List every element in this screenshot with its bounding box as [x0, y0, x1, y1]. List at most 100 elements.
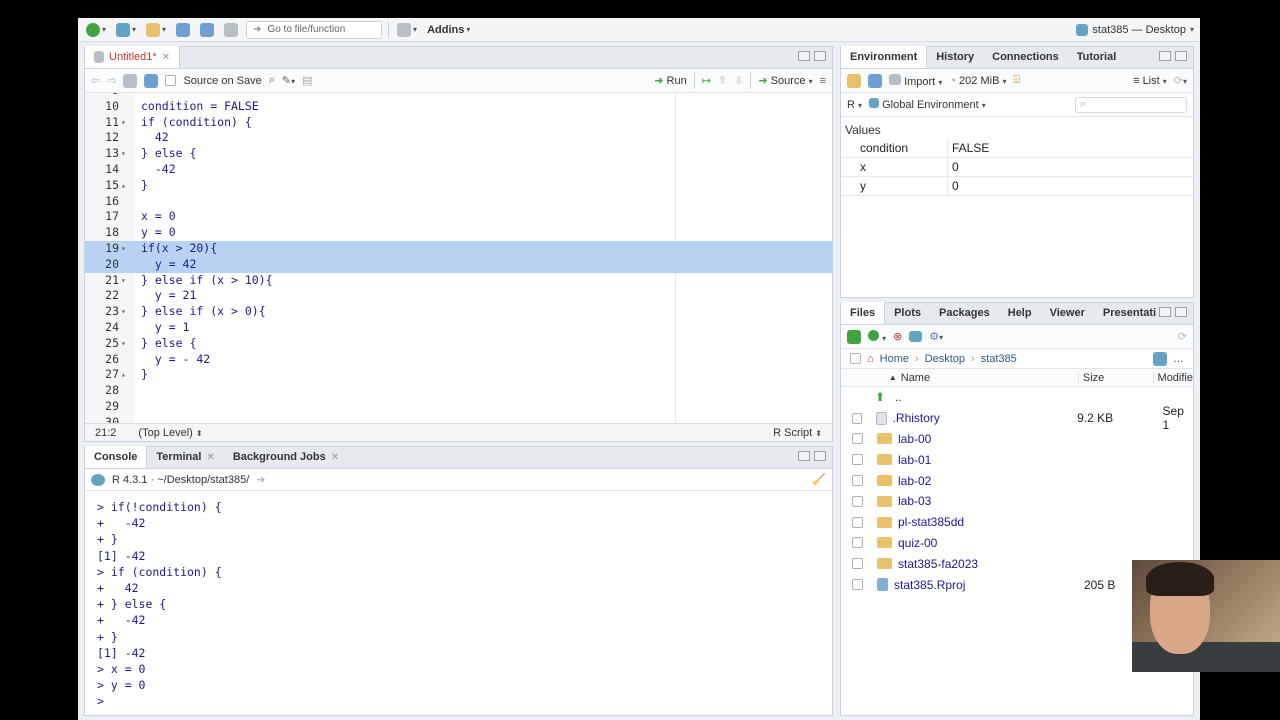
- environment-row[interactable]: condition FALSE: [841, 139, 1193, 158]
- clear-console-icon[interactable]: 🧹: [812, 473, 826, 486]
- new-folder-icon[interactable]: [847, 329, 861, 344]
- environment-search-input[interactable]: ⌕: [1075, 96, 1187, 113]
- show-in-window-icon[interactable]: [123, 73, 138, 88]
- home-icon[interactable]: ⌂: [867, 353, 874, 365]
- code-line[interactable]: 13 ▾} else {: [85, 146, 832, 162]
- file-checkbox[interactable]: [851, 412, 863, 424]
- more-icon[interactable]: …: [1173, 353, 1184, 365]
- minimize-button[interactable]: [1159, 51, 1171, 61]
- file-checkbox[interactable]: [852, 454, 863, 466]
- file-row[interactable]: quiz-00: [841, 533, 1193, 554]
- code-line[interactable]: 22 y = 21: [85, 288, 832, 304]
- load-workspace-icon[interactable]: [847, 73, 861, 88]
- file-row[interactable]: lab-01: [841, 449, 1193, 470]
- code-line[interactable]: 15 ▴}: [85, 178, 832, 194]
- minimize-button[interactable]: [1159, 307, 1171, 317]
- minimize-button[interactable]: [798, 51, 810, 61]
- file-name-link[interactable]: stat385-fa2023: [898, 557, 1088, 571]
- code-editor[interactable]: 910condition = FALSE11▾if (condition) {1…: [85, 93, 832, 425]
- fold-toggle-icon[interactable]: ▾: [121, 304, 126, 320]
- tab-help[interactable]: Help: [999, 302, 1041, 324]
- close-icon[interactable]: ✕: [162, 52, 170, 63]
- file-name-link[interactable]: lab-02: [898, 474, 1088, 488]
- fold-toggle-icon[interactable]: ▾: [121, 115, 126, 131]
- tab-history[interactable]: History: [927, 46, 983, 68]
- code-line[interactable]: 29: [85, 399, 832, 415]
- code-line[interactable]: 28: [85, 383, 832, 399]
- tab-connections[interactable]: Connections: [983, 46, 1068, 68]
- maximize-button[interactable]: [1175, 307, 1187, 317]
- language-selector[interactable]: R ▾: [847, 99, 862, 111]
- close-icon[interactable]: ✕: [206, 452, 214, 463]
- new-file-button[interactable]: ▾: [84, 21, 108, 39]
- magic-wand-icon[interactable]: ✎▾: [282, 74, 295, 87]
- file-checkbox[interactable]: [852, 516, 863, 528]
- maximize-button[interactable]: [814, 451, 826, 461]
- tab-environment[interactable]: Environment: [841, 46, 928, 68]
- search-icon[interactable]: ⌕: [269, 74, 275, 87]
- file-row[interactable]: lab-00: [841, 429, 1193, 450]
- refresh-icon[interactable]: ⟳▾: [1174, 74, 1187, 87]
- fold-toggle-icon[interactable]: ▾: [121, 336, 126, 352]
- environment-row[interactable]: x0: [841, 158, 1193, 177]
- maximize-button[interactable]: [1175, 51, 1187, 61]
- addins-menu[interactable]: Addins ▾: [425, 21, 472, 39]
- code-line[interactable]: 24 y = 1: [85, 320, 832, 336]
- source-button[interactable]: ➜ Source ▾: [758, 74, 812, 87]
- fold-toggle-icon[interactable]: ▾: [121, 146, 126, 162]
- file-name-link[interactable]: stat385.Rproj: [894, 578, 1084, 592]
- code-line[interactable]: 18 y = 0: [85, 225, 832, 241]
- file-checkbox[interactable]: [852, 475, 863, 487]
- parent-directory-row[interactable]: ⬆ ..: [841, 387, 1193, 408]
- tab-presentation[interactable]: Presentati: [1094, 302, 1165, 324]
- select-all-checkbox[interactable]: [850, 353, 861, 364]
- go-down-icon[interactable]: ⇩: [734, 74, 743, 87]
- file-type-selector[interactable]: R Script ⬍: [773, 427, 822, 439]
- back-arrow-icon[interactable]: ⇦: [91, 74, 100, 87]
- file-checkbox[interactable]: [852, 558, 863, 570]
- code-line[interactable]: 16: [85, 194, 832, 210]
- environment-row[interactable]: y0: [841, 177, 1193, 196]
- memory-usage-button[interactable]: ◔ 202 MiB ▾: [949, 75, 1006, 87]
- tab-tutorial[interactable]: Tutorial: [1068, 46, 1126, 68]
- go-to-dir-icon[interactable]: ➜: [256, 473, 265, 486]
- column-modified-header[interactable]: Modifie: [1152, 371, 1193, 384]
- file-row[interactable]: .Rhistory 9.2 KB Sep 1: [841, 404, 1193, 432]
- file-checkbox[interactable]: [852, 495, 863, 507]
- go-up-icon[interactable]: ⇧: [718, 74, 727, 87]
- rename-icon[interactable]: [909, 331, 923, 342]
- gear-icon[interactable]: ⚙▾: [929, 330, 943, 343]
- file-checkbox[interactable]: [852, 537, 863, 549]
- project-menu[interactable]: stat385 — Desktop ▾: [1076, 23, 1194, 36]
- code-line[interactable]: 21 ▾} else if (x > 10){: [85, 273, 832, 289]
- save-icon[interactable]: [144, 73, 159, 88]
- code-line[interactable]: 14 -42: [85, 162, 832, 178]
- r-project-icon[interactable]: [1153, 351, 1167, 366]
- code-line[interactable]: 23 ▾} else if (x > 0){: [85, 304, 832, 320]
- scope-selector[interactable]: (Top Level) ⬍: [138, 427, 202, 439]
- file-name-link[interactable]: pl-stat385dd: [898, 515, 1088, 529]
- save-button[interactable]: [174, 21, 192, 39]
- goto-file-input[interactable]: ➜ Go to file/function: [246, 20, 383, 39]
- console-output[interactable]: > if(!condition) {+ -42 + } [1] -42 > if (c…: [85, 491, 832, 715]
- file-checkbox[interactable]: [852, 433, 863, 445]
- minimize-button[interactable]: [798, 451, 810, 461]
- fold-toggle-icon[interactable]: ▾: [121, 241, 126, 257]
- code-line[interactable]: 17 x = 0: [85, 209, 832, 225]
- breadcrumb-stat385[interactable]: stat385: [981, 353, 1017, 365]
- breadcrumb-desktop[interactable]: Desktop: [925, 353, 965, 365]
- compile-report-icon[interactable]: ▤: [302, 74, 312, 87]
- code-line[interactable]: 25 ▾} else {: [85, 336, 832, 352]
- tab-files[interactable]: Files: [841, 302, 886, 324]
- tab-console[interactable]: Console: [85, 446, 148, 468]
- file-name-link[interactable]: lab-03: [898, 494, 1088, 508]
- layout-button[interactable]: ▾: [395, 21, 419, 39]
- code-line[interactable]: 27 ▴}: [85, 367, 832, 383]
- fold-toggle-icon[interactable]: ▾: [121, 273, 126, 289]
- view-mode-menu[interactable]: ≡ List ▾: [1133, 75, 1167, 87]
- close-icon[interactable]: ✕: [331, 452, 339, 463]
- tab-background-jobs[interactable]: Background Jobs ✕: [224, 446, 348, 468]
- column-name-header[interactable]: Name: [901, 372, 1078, 384]
- tab-viewer[interactable]: Viewer: [1041, 302, 1094, 324]
- new-blank-file-button[interactable]: ▾: [868, 329, 886, 344]
